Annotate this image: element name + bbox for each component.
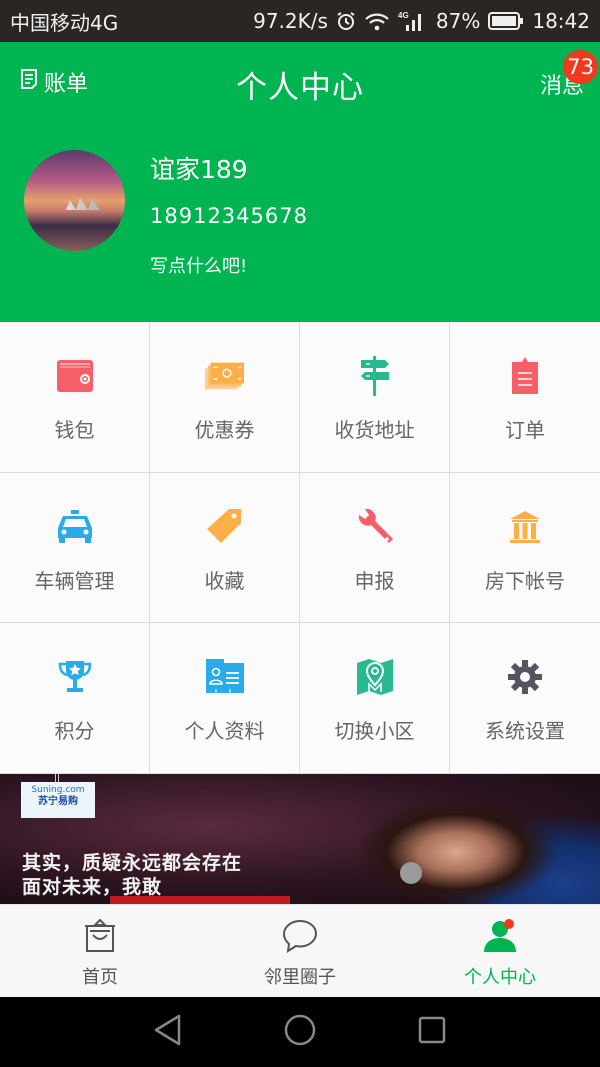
menu-item-profile[interactable]: 个人资料 (150, 623, 300, 774)
username: 谊家189 (150, 155, 248, 184)
menu-item-report[interactable]: 申报 (300, 472, 450, 624)
taxi-icon (55, 507, 95, 547)
home-icon[interactable] (283, 1013, 317, 1051)
coupon-icon (204, 356, 245, 396)
bottom-tab-bar: 首页 邻里圈子 个人中心 (0, 904, 600, 997)
recents-icon[interactable] (417, 1015, 447, 1049)
banner-singer-image (360, 774, 600, 904)
feature-grid: 钱包 优惠券 收货地址 订单 车辆管理 收藏 申报 房下帐号 积分 个人资料 切… (0, 322, 600, 774)
signature[interactable]: 写点什么吧! (150, 252, 247, 278)
top-nav: 账单 个人中心 消息 73 (0, 42, 600, 122)
status-bar: 中国移动4G 97.2K/s 4G 87% 18:42 (0, 0, 600, 42)
message-count-badge: 73 (563, 50, 598, 84)
tab-home[interactable]: 首页 (0, 905, 200, 997)
map-pin-icon (355, 657, 395, 697)
system-navigation-bar (0, 997, 600, 1067)
wifi-icon (364, 11, 390, 31)
microphone-image (400, 862, 422, 884)
profile-card-icon (205, 657, 245, 697)
person-icon (482, 919, 518, 957)
avatar-image-detail (66, 197, 106, 210)
menu-item-coupon[interactable]: 优惠券 (150, 322, 300, 473)
page-title: 个人中心 (236, 70, 364, 106)
chat-bubble-icon (282, 919, 318, 957)
menu-item-label: 收货地址 (334, 418, 415, 442)
menu-item-orders[interactable]: 订单 (450, 322, 600, 473)
order-clipboard-icon (505, 356, 545, 396)
net-speed: 97.2K/s (253, 9, 328, 33)
suning-logo: Suning.com 苏宁易购 (21, 782, 95, 818)
tab-label: 邻里圈子 (264, 967, 336, 988)
signal-icon: 4G (398, 10, 428, 32)
clock: 18:42 (532, 9, 590, 33)
menu-item-house-accounts[interactable]: 房下帐号 (450, 472, 600, 624)
tab-label: 个人中心 (464, 967, 536, 988)
menu-item-address[interactable]: 收货地址 (300, 322, 450, 473)
brand-line2: 苏宁易购 (38, 796, 78, 807)
brand-line1: Suning.com (31, 785, 85, 795)
status-right: 97.2K/s 4G 87% 18:42 (253, 9, 590, 33)
tab-label: 首页 (82, 967, 118, 988)
battery-icon (488, 11, 524, 31)
banner-headline-1: 其实，质疑永远都会存在 (22, 852, 243, 874)
menu-item-label: 系统设置 (485, 719, 565, 744)
menu-item-label: 积分 (54, 719, 95, 744)
wrench-icon (355, 507, 395, 547)
profile-header: 账单 个人中心 消息 73 谊家189 18912345678 写点什么吧! (0, 42, 600, 322)
menu-item-label: 钱包 (54, 418, 95, 442)
menu-item-settings[interactable]: 系统设置 (450, 623, 600, 774)
menu-item-label: 收藏 (204, 568, 245, 593)
menu-item-switch-community[interactable]: 切换小区 (300, 623, 450, 774)
tab-profile[interactable]: 个人中心 (400, 905, 600, 997)
banner-red-text (110, 896, 290, 904)
carrier-label: 中国移动4G (10, 10, 119, 35)
signpost-icon (355, 356, 395, 396)
gear-icon (505, 657, 545, 697)
avatar[interactable] (24, 150, 125, 251)
tab-neighborhood[interactable]: 邻里圈子 (200, 905, 400, 997)
battery-percent: 87% (435, 9, 481, 33)
menu-item-favorites[interactable]: 收藏 (150, 472, 300, 624)
wallet-icon (55, 356, 95, 396)
back-icon[interactable] (153, 1014, 183, 1050)
svg-text:4G: 4G (398, 11, 409, 20)
home-basket-icon (82, 918, 118, 957)
menu-item-label: 车辆管理 (34, 568, 115, 593)
menu-item-label: 申报 (354, 568, 395, 593)
menu-item-label: 个人资料 (184, 719, 265, 744)
alarm-icon (336, 11, 356, 31)
trophy-icon (55, 657, 95, 697)
menu-item-label: 切换小区 (334, 719, 415, 744)
menu-item-points[interactable]: 积分 (0, 623, 150, 774)
menu-item-wallet[interactable]: 钱包 (0, 322, 150, 473)
banner-headline-2: 面对未来，我敢 (22, 876, 163, 898)
menu-item-label: 优惠券 (194, 418, 255, 442)
tag-icon (205, 507, 245, 547)
menu-item-vehicles[interactable]: 车辆管理 (0, 472, 150, 624)
bank-icon (505, 507, 545, 547)
phone-number: 18912345678 (150, 204, 308, 228)
menu-item-label: 订单 (505, 418, 545, 442)
menu-item-label: 房下帐号 (485, 568, 565, 593)
ad-banner[interactable]: Suning.com 苏宁易购 其实，质疑永远都会存在 面对未来，我敢 (0, 774, 600, 904)
